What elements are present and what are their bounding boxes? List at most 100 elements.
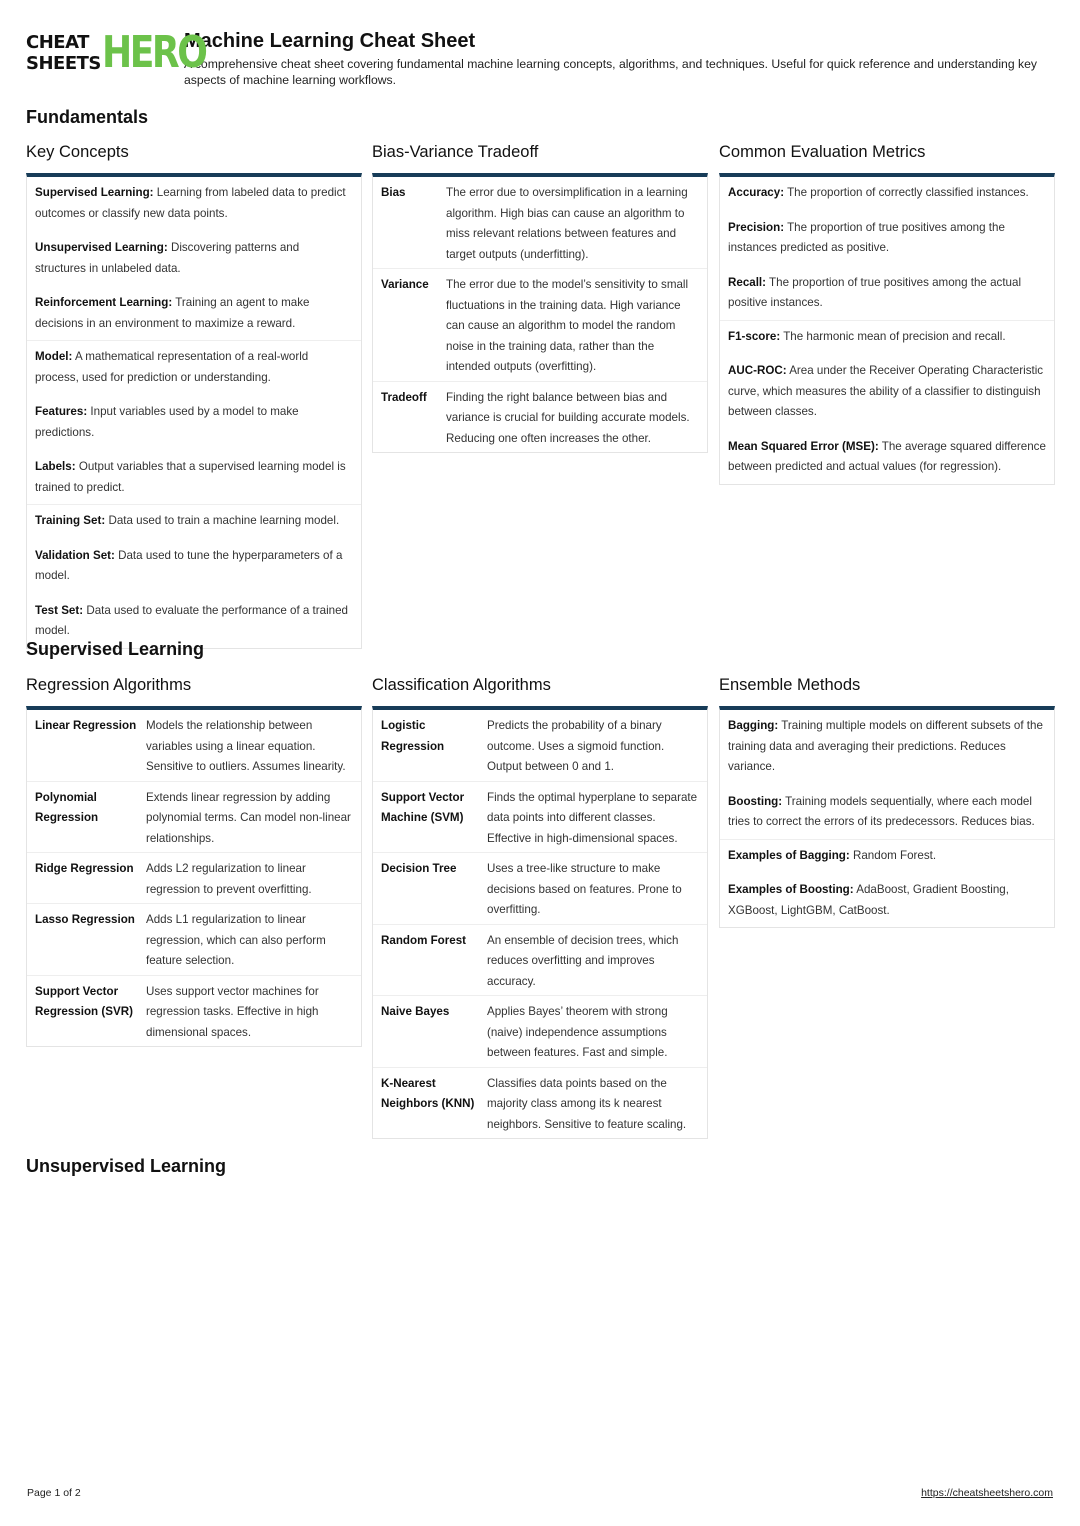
table-row: Decision Tree Uses a tree-like structure …: [373, 853, 707, 925]
row-term: Linear Regression: [35, 719, 137, 732]
row-term: Bias: [381, 186, 406, 199]
definition-term: Test Set:: [35, 603, 84, 617]
classification-block: Classification Algorithms Logistic Regre…: [372, 674, 708, 1139]
definition-item: Model: A mathematical representation of …: [35, 347, 353, 388]
definition-group: Model: A mathematical representation of …: [27, 341, 361, 505]
definition-item: Precision: The proportion of true positi…: [728, 218, 1046, 259]
definition-group: Training Set: Data used to train a machi…: [27, 505, 361, 648]
definition-group: Accuracy: The proportion of correctly cl…: [720, 177, 1054, 321]
logo[interactable]: CHEAT SHEETS HERO: [26, 30, 208, 76]
definition-group: Bagging: Training multiple models on dif…: [720, 710, 1054, 840]
definition-text: The harmonic mean of precision and recal…: [780, 329, 1006, 343]
row-term: Support Vector Machine (SVM): [381, 790, 465, 825]
definition-group: Supervised Learning: Learning from label…: [27, 177, 361, 341]
definition-term: Unsupervised Learning:: [35, 241, 168, 254]
definition-text: The proportion of true positives among t…: [728, 275, 1022, 310]
key-concepts-title: Key Concepts: [26, 143, 129, 161]
definition-term: Accuracy:: [728, 186, 785, 199]
row-term: Support Vector Regression (SVR): [35, 984, 133, 1019]
definition-term: Reinforcement Learning:: [35, 296, 173, 309]
table-row: Lasso Regression Adds L1 regularization t…: [27, 904, 361, 976]
row-description: Uses a tree-like structure to make decis…: [487, 862, 682, 916]
table-row: Bias The error due to oversimplification …: [373, 177, 707, 269]
section-unsupervised: Unsupervised Learning: [26, 1156, 227, 1176]
table-row: Linear Regression Models the relationship…: [27, 710, 361, 782]
page-header: CHEAT SHEETS HERO Machine Learning Cheat…: [26, 30, 1056, 88]
table-row: Tradeoff Finding the right balance betwee…: [373, 382, 707, 453]
row-term: Logistic Regression: [381, 719, 445, 753]
row-description: Applies Bayes’ theorem with strong (naiv…: [487, 1005, 668, 1059]
regression-title: Regression Algorithms: [26, 676, 192, 694]
row-term: Lasso Regression: [35, 913, 135, 926]
bias-variance-card: Bias The error due to oversimplification …: [372, 173, 708, 453]
definition-item: Examples of Boosting: AdaBoost, Gradient…: [728, 880, 1046, 921]
table-row: Naive Bayes Applies Bayes’ theorem with s…: [373, 996, 707, 1068]
row-description: The error due to the model’s sensitivity…: [446, 278, 689, 373]
metrics-title: Common Evaluation Metrics: [719, 143, 926, 161]
table-row: K-Nearest Neighbors (KNN) Classifies data…: [373, 1068, 707, 1139]
definition-text: The proportion of correctly classified i…: [784, 186, 1029, 199]
definition-term: Mean Squared Error (MSE):: [728, 439, 879, 453]
section-supervised: Supervised Learning: [26, 639, 205, 659]
definition-text: A mathematical representation of a real-…: [35, 350, 309, 384]
definition-term: F1-score:: [728, 329, 781, 343]
definition-item: F1-score: The harmonic mean of precision…: [728, 327, 1046, 348]
regression-block: Regression Algorithms Linear Regression M…: [26, 674, 362, 1047]
definition-text: Output variables that a supervised learn…: [35, 460, 346, 494]
definition-group: Examples of Bagging: Random Forest. Examp…: [720, 840, 1054, 928]
row-description: An ensemble of decision trees, which red…: [487, 933, 679, 988]
row-term: K-Nearest Neighbors (KNN): [381, 1076, 475, 1111]
definition-term: Boosting:: [728, 794, 783, 808]
table-row: Variance The error due to the model’s sen…: [373, 269, 707, 382]
site-link[interactable]: https://cheatsheetshero.com: [921, 1487, 1053, 1499]
table-row: Random Forest An ensemble of decision tre…: [373, 925, 707, 996]
ensemble-card: Bagging: Training multiple models on dif…: [719, 706, 1055, 928]
logo-cheat: CHEAT: [26, 32, 89, 53]
row-term: Decision Tree: [381, 862, 457, 875]
row-term: Naive Bayes: [381, 1005, 450, 1018]
definition-term: Labels:: [35, 460, 76, 473]
classification-title: Classification Algorithms: [372, 676, 551, 694]
definition-text: Random Forest.: [849, 848, 937, 862]
row-description: Uses support vector machines for regress…: [146, 984, 319, 1039]
section-fundamentals: Fundamentals: [26, 107, 149, 127]
regression-card: Linear Regression Models the relationship…: [26, 706, 362, 1047]
row-term: Polynomial Regression: [35, 790, 99, 825]
table-row: Support Vector Regression (SVR) Uses supp…: [27, 976, 361, 1047]
table-row: Polynomial Regression Extends linear regr…: [27, 782, 361, 853]
definition-text: Data used to train a machine learning mo…: [105, 514, 340, 527]
definition-term: Bagging:: [728, 719, 779, 732]
definition-item: Labels: Output variables that a supervis…: [35, 457, 353, 498]
page-description: A comprehensive cheat sheet covering fun…: [184, 57, 1037, 87]
definition-term: Supervised Learning:: [35, 186, 154, 199]
definition-item: Bagging: Training multiple models on dif…: [728, 716, 1046, 778]
definition-term: Examples of Boosting:: [728, 883, 854, 896]
row-term: Random Forest: [381, 933, 467, 947]
row-description: Adds L1 regularization to linear regress…: [146, 913, 326, 967]
definition-item: Boosting: Training models sequentially, …: [728, 792, 1046, 833]
definition-item: Supervised Learning: Learning from label…: [35, 183, 353, 224]
page-title: Machine Learning Cheat Sheet: [184, 30, 476, 52]
definition-item: Examples of Bagging: Random Forest.: [728, 846, 1046, 867]
page-number: Page 1 of 2: [27, 1487, 81, 1499]
definition-item: Validation Set: Data used to tune the hy…: [35, 546, 353, 587]
definition-term: Model:: [35, 350, 73, 363]
definition-term: Training Set:: [35, 514, 106, 527]
row-description: Finds the optimal hyperplane to separate…: [487, 790, 698, 845]
row-description: Classifies data points based on the majo…: [487, 1076, 687, 1131]
classification-card: Logistic Regression Predicts the probabil…: [372, 706, 708, 1139]
row-description: Models the relationship between variable…: [146, 719, 346, 773]
row-description: The error due to oversimplification in a…: [446, 186, 688, 261]
logo-sheets: SHEETS: [26, 53, 101, 74]
table-row: Ridge Regression Adds L2 regularization t…: [27, 853, 361, 904]
ensemble-block: Ensemble Methods Bagging: Training multi…: [719, 674, 1055, 928]
definition-item: Unsupervised Learning: Discovering patte…: [35, 238, 353, 279]
metrics-card: Accuracy: The proportion of correctly cl…: [719, 173, 1055, 485]
definition-item: Training Set: Data used to train a machi…: [35, 511, 353, 532]
table-row: Support Vector Machine (SVM) Finds the op…: [373, 782, 707, 853]
definition-item: AUC-ROC: Area under the Receiver Operati…: [728, 361, 1046, 423]
definition-term: Features:: [35, 405, 88, 418]
row-description: Finding the right balance between bias a…: [446, 390, 690, 445]
ensemble-title: Ensemble Methods: [719, 676, 861, 694]
definition-item: Recall: The proportion of true positives…: [728, 273, 1046, 314]
